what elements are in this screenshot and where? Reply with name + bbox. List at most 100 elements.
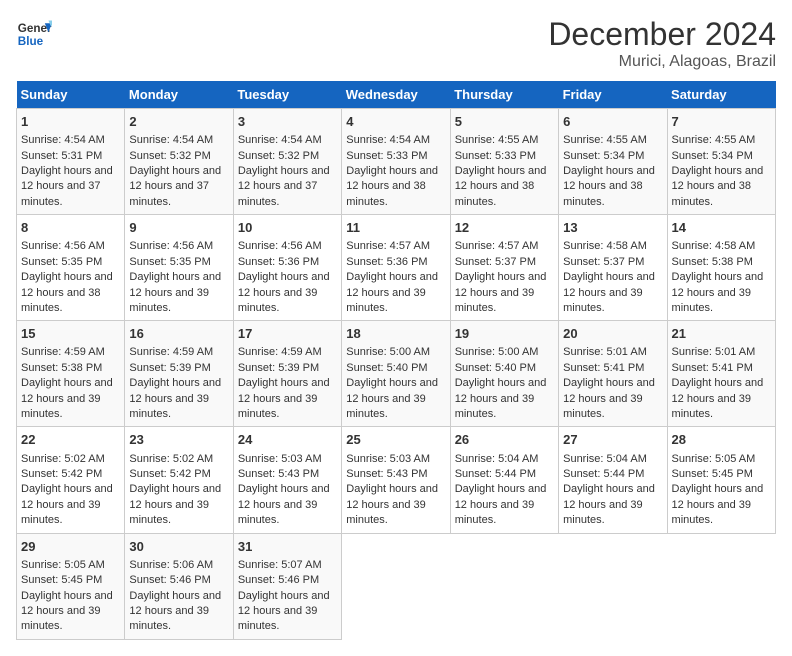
col-friday: Friday — [559, 81, 667, 109]
sunrise-label: Sunrise: 4:54 AM — [129, 134, 213, 146]
daylight-label: Daylight hours and 12 hours and 39 minut… — [672, 271, 764, 314]
page-header: General Blue December 2024 Murici, Alago… — [16, 16, 776, 71]
sunrise-label: Sunrise: 4:57 AM — [455, 240, 539, 252]
calendar-cell-w2-d1: 16 Sunrise: 4:59 AM Sunset: 5:39 PM Dayl… — [125, 321, 233, 427]
calendar-cell-w0-d1: 2 Sunrise: 4:54 AM Sunset: 5:32 PM Dayli… — [125, 109, 233, 215]
daylight-label: Daylight hours and 12 hours and 37 minut… — [238, 165, 330, 208]
day-number: 3 — [238, 113, 337, 131]
sunrise-label: Sunrise: 4:56 AM — [129, 240, 213, 252]
calendar-cell-w1-d3: 11 Sunrise: 4:57 AM Sunset: 5:36 PM Dayl… — [342, 215, 450, 321]
day-number: 30 — [129, 538, 228, 556]
calendar-cell-w2-d4: 19 Sunrise: 5:00 AM Sunset: 5:40 PM Dayl… — [450, 321, 558, 427]
day-number: 19 — [455, 325, 554, 343]
calendar-cell-w4-d2: 31 Sunrise: 5:07 AM Sunset: 5:46 PM Dayl… — [233, 533, 341, 639]
sunset-label: Sunset: 5:37 PM — [455, 256, 536, 268]
sunrise-label: Sunrise: 4:59 AM — [21, 346, 105, 358]
sunrise-label: Sunrise: 5:03 AM — [238, 453, 322, 465]
col-saturday: Saturday — [667, 81, 775, 109]
svg-text:Blue: Blue — [18, 35, 44, 48]
day-number: 20 — [563, 325, 662, 343]
sunrise-label: Sunrise: 5:03 AM — [346, 453, 430, 465]
col-monday: Monday — [125, 81, 233, 109]
sunset-label: Sunset: 5:40 PM — [455, 362, 536, 374]
daylight-label: Daylight hours and 12 hours and 39 minut… — [238, 483, 330, 526]
sunset-label: Sunset: 5:34 PM — [563, 150, 644, 162]
calendar-cell-w3-d0: 22 Sunrise: 5:02 AM Sunset: 5:42 PM Dayl… — [17, 427, 125, 533]
calendar-cell-w0-d3: 4 Sunrise: 4:54 AM Sunset: 5:33 PM Dayli… — [342, 109, 450, 215]
sunset-label: Sunset: 5:45 PM — [672, 468, 753, 480]
sunset-label: Sunset: 5:40 PM — [346, 362, 427, 374]
sunrise-label: Sunrise: 5:01 AM — [672, 346, 756, 358]
sunset-label: Sunset: 5:41 PM — [672, 362, 753, 374]
day-number: 12 — [455, 219, 554, 237]
sunrise-label: Sunrise: 4:55 AM — [672, 134, 756, 146]
sunrise-label: Sunrise: 4:55 AM — [563, 134, 647, 146]
sunrise-label: Sunrise: 5:02 AM — [129, 453, 213, 465]
sunset-label: Sunset: 5:31 PM — [21, 150, 102, 162]
sunrise-label: Sunrise: 5:05 AM — [672, 453, 756, 465]
sunrise-label: Sunrise: 4:55 AM — [455, 134, 539, 146]
daylight-label: Daylight hours and 12 hours and 38 minut… — [21, 271, 113, 314]
daylight-label: Daylight hours and 12 hours and 39 minut… — [346, 483, 438, 526]
location-title: Murici, Alagoas, Brazil — [548, 53, 776, 71]
sunset-label: Sunset: 5:44 PM — [563, 468, 644, 480]
calendar-cell-w4-d1: 30 Sunrise: 5:06 AM Sunset: 5:46 PM Dayl… — [125, 533, 233, 639]
day-number: 26 — [455, 431, 554, 449]
col-thursday: Thursday — [450, 81, 558, 109]
sunset-label: Sunset: 5:33 PM — [455, 150, 536, 162]
calendar-cell-w1-d1: 9 Sunrise: 4:56 AM Sunset: 5:35 PM Dayli… — [125, 215, 233, 321]
daylight-label: Daylight hours and 12 hours and 39 minut… — [563, 483, 655, 526]
day-number: 24 — [238, 431, 337, 449]
sunset-label: Sunset: 5:36 PM — [238, 256, 319, 268]
title-block: December 2024 Murici, Alagoas, Brazil — [548, 16, 776, 71]
day-number: 6 — [563, 113, 662, 131]
day-number: 7 — [672, 113, 771, 131]
daylight-label: Daylight hours and 12 hours and 39 minut… — [346, 271, 438, 314]
col-tuesday: Tuesday — [233, 81, 341, 109]
day-number: 27 — [563, 431, 662, 449]
sunrise-label: Sunrise: 4:59 AM — [238, 346, 322, 358]
calendar-cell-w3-d4: 26 Sunrise: 5:04 AM Sunset: 5:44 PM Dayl… — [450, 427, 558, 533]
daylight-label: Daylight hours and 12 hours and 39 minut… — [238, 590, 330, 633]
sunrise-label: Sunrise: 4:54 AM — [238, 134, 322, 146]
sunset-label: Sunset: 5:34 PM — [672, 150, 753, 162]
daylight-label: Daylight hours and 12 hours and 39 minut… — [129, 590, 221, 633]
daylight-label: Daylight hours and 12 hours and 39 minut… — [563, 271, 655, 314]
calendar-table: Sunday Monday Tuesday Wednesday Thursday… — [16, 81, 776, 640]
day-number: 14 — [672, 219, 771, 237]
daylight-label: Daylight hours and 12 hours and 39 minut… — [21, 483, 113, 526]
sunrise-label: Sunrise: 5:00 AM — [455, 346, 539, 358]
sunrise-label: Sunrise: 5:05 AM — [21, 559, 105, 571]
daylight-label: Daylight hours and 12 hours and 39 minut… — [129, 483, 221, 526]
calendar-cell-w2-d0: 15 Sunrise: 4:59 AM Sunset: 5:38 PM Dayl… — [17, 321, 125, 427]
sunrise-label: Sunrise: 4:54 AM — [21, 134, 105, 146]
sunrise-label: Sunrise: 5:07 AM — [238, 559, 322, 571]
calendar-cell-w1-d0: 8 Sunrise: 4:56 AM Sunset: 5:35 PM Dayli… — [17, 215, 125, 321]
calendar-cell-w1-d5: 13 Sunrise: 4:58 AM Sunset: 5:37 PM Dayl… — [559, 215, 667, 321]
calendar-cell-w2-d5: 20 Sunrise: 5:01 AM Sunset: 5:41 PM Dayl… — [559, 321, 667, 427]
sunset-label: Sunset: 5:38 PM — [21, 362, 102, 374]
sunset-label: Sunset: 5:39 PM — [129, 362, 210, 374]
daylight-label: Daylight hours and 12 hours and 39 minut… — [672, 377, 764, 420]
logo-icon: General Blue — [16, 16, 52, 52]
calendar-cell-w0-d0: 1 Sunrise: 4:54 AM Sunset: 5:31 PM Dayli… — [17, 109, 125, 215]
sunrise-label: Sunrise: 4:58 AM — [563, 240, 647, 252]
daylight-label: Daylight hours and 12 hours and 37 minut… — [21, 165, 113, 208]
empty-cell — [559, 533, 667, 639]
calendar-cell-w2-d3: 18 Sunrise: 5:00 AM Sunset: 5:40 PM Dayl… — [342, 321, 450, 427]
sunset-label: Sunset: 5:36 PM — [346, 256, 427, 268]
col-wednesday: Wednesday — [342, 81, 450, 109]
col-sunday: Sunday — [17, 81, 125, 109]
calendar-cell-w2-d6: 21 Sunrise: 5:01 AM Sunset: 5:41 PM Dayl… — [667, 321, 775, 427]
calendar-cell-w3-d6: 28 Sunrise: 5:05 AM Sunset: 5:45 PM Dayl… — [667, 427, 775, 533]
daylight-label: Daylight hours and 12 hours and 39 minut… — [455, 271, 547, 314]
daylight-label: Daylight hours and 12 hours and 39 minut… — [129, 271, 221, 314]
sunset-label: Sunset: 5:46 PM — [238, 574, 319, 586]
sunrise-label: Sunrise: 5:00 AM — [346, 346, 430, 358]
logo: General Blue — [16, 16, 52, 52]
daylight-label: Daylight hours and 12 hours and 38 minut… — [455, 165, 547, 208]
daylight-label: Daylight hours and 12 hours and 39 minut… — [21, 590, 113, 633]
daylight-label: Daylight hours and 12 hours and 39 minut… — [238, 377, 330, 420]
day-number: 13 — [563, 219, 662, 237]
calendar-row-0: 1 Sunrise: 4:54 AM Sunset: 5:31 PM Dayli… — [17, 109, 776, 215]
